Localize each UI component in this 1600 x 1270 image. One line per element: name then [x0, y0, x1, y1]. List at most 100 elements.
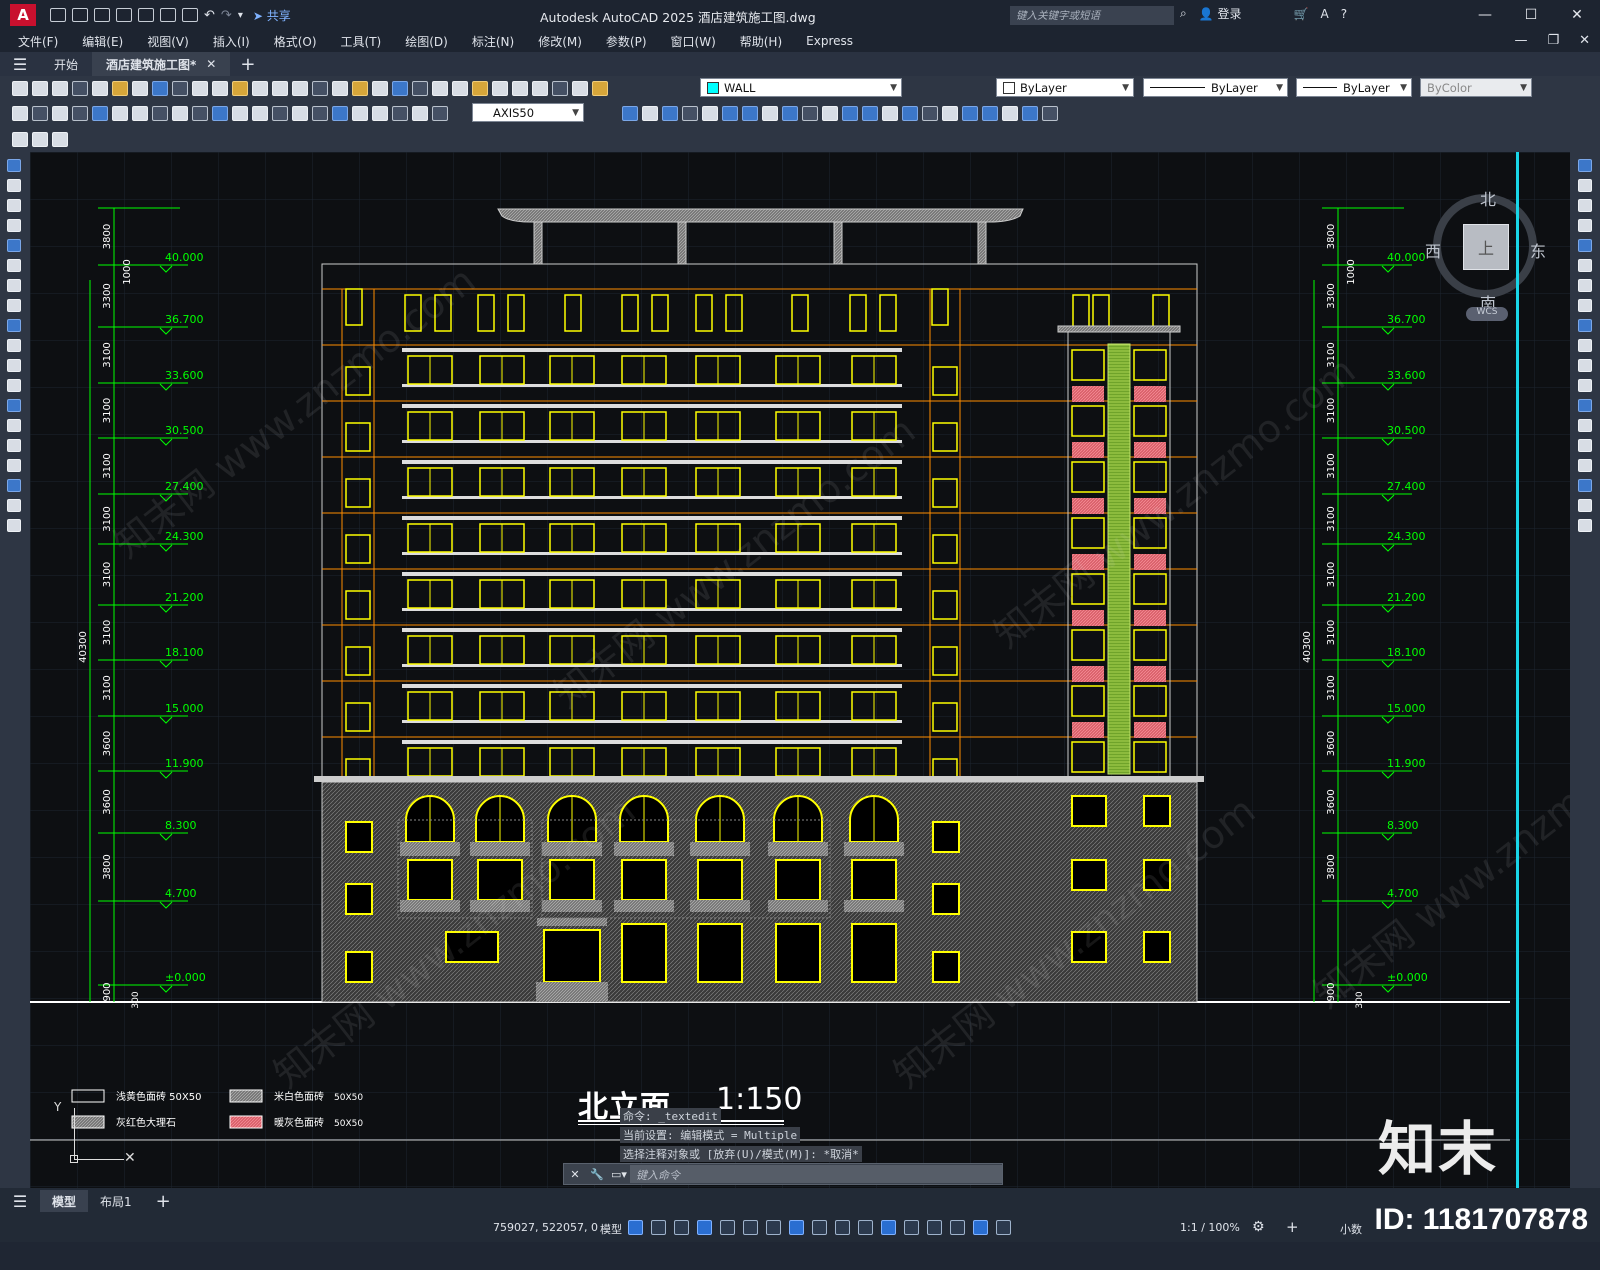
draw-tool-icon[interactable]	[7, 179, 21, 192]
tracking-icon[interactable]	[743, 1220, 758, 1235]
cart-icon[interactable]: 🛒	[1294, 7, 1309, 21]
menu-window[interactable]: 窗口(W)	[671, 33, 716, 50]
login-button[interactable]: 👤 登录	[1199, 5, 1242, 22]
tab-layout1[interactable]: 布局1	[88, 1190, 144, 1212]
3d-osnap-icon[interactable]	[881, 1220, 896, 1235]
tab-model[interactable]: 模型	[40, 1190, 89, 1212]
modify-tool-icon[interactable]	[1578, 319, 1592, 332]
auto-scale-icon[interactable]	[996, 1220, 1011, 1235]
selection-cycling-icon[interactable]	[858, 1220, 873, 1235]
tool-icon[interactable]	[592, 80, 608, 96]
coordinates-readout[interactable]: 759027, 522057, 0	[493, 1221, 598, 1234]
modify-tool-icon[interactable]	[1578, 339, 1592, 352]
viewcube[interactable]: 上 北 南 西 东 WCS	[1425, 172, 1546, 322]
object-tool-icon[interactable]	[822, 105, 838, 121]
tool-icon[interactable]	[472, 80, 488, 96]
tool-icon[interactable]	[92, 80, 108, 96]
menu-edit[interactable]: 编辑(E)	[82, 33, 123, 50]
object-tool-icon[interactable]	[842, 105, 858, 121]
open-file-icon[interactable]	[72, 8, 88, 22]
object-tool-icon[interactable]	[862, 105, 878, 121]
tool-icon[interactable]	[192, 80, 208, 96]
tool-icon[interactable]	[252, 80, 268, 96]
modify-tool-icon[interactable]	[1578, 419, 1592, 432]
menu-insert[interactable]: 插入(I)	[213, 33, 250, 50]
object-tool-icon[interactable]	[742, 105, 758, 121]
doc-restore-icon[interactable]: ❐	[1547, 33, 1559, 48]
units-readout[interactable]: 小数	[1340, 1221, 1362, 1237]
draw-tool-icon[interactable]	[7, 479, 21, 492]
annotation-visibility-icon[interactable]	[973, 1220, 988, 1235]
tool-icon[interactable]	[32, 80, 48, 96]
modify-tool-icon[interactable]	[1578, 199, 1592, 212]
object-snap-toggle-icon[interactable]	[789, 1220, 804, 1235]
wcs-menu[interactable]: WCS	[1466, 307, 1508, 321]
object-tool-icon[interactable]	[722, 105, 738, 121]
object-tool-icon[interactable]	[1022, 105, 1038, 121]
undo-icon[interactable]: ↶	[204, 8, 215, 23]
modify-tool-icon[interactable]	[1578, 499, 1592, 512]
menu-parametric[interactable]: 参数(P)	[606, 33, 647, 50]
dimension-tool-icon[interactable]	[392, 105, 408, 121]
plus-icon[interactable]: +	[1286, 1218, 1299, 1236]
dynamic-ucs-icon[interactable]	[904, 1220, 919, 1235]
gizmo-icon[interactable]	[950, 1220, 965, 1235]
redo-icon[interactable]: ↷	[221, 8, 232, 23]
draw-tool-icon[interactable]	[7, 439, 21, 452]
model-space-button[interactable]: 模型	[600, 1221, 622, 1237]
tool-icon[interactable]	[292, 80, 308, 96]
dimension-tool-icon[interactable]	[72, 105, 88, 121]
lineweight-toggle-icon[interactable]	[812, 1220, 827, 1235]
osnap-icon[interactable]	[766, 1220, 781, 1235]
dimension-tool-icon[interactable]	[212, 105, 228, 121]
minimize-icon[interactable]: —	[1462, 0, 1508, 30]
draw-tool-icon[interactable]	[7, 459, 21, 472]
drawing-canvas[interactable]: 40.000 36.700 33.600 30.500 27.400 24.300 21.2…	[30, 152, 1570, 1188]
menu-file[interactable]: 文件(F)	[18, 33, 58, 50]
viewcube-west[interactable]: 西	[1425, 238, 1441, 262]
viewcube-east[interactable]: 东	[1530, 238, 1546, 262]
new-file-icon[interactable]	[50, 8, 66, 22]
object-tool-icon[interactable]	[982, 105, 998, 121]
tool-icon[interactable]	[152, 80, 168, 96]
tab-close-icon[interactable]: ✕	[206, 57, 216, 71]
transparency-icon[interactable]	[835, 1220, 850, 1235]
customize-qat-icon[interactable]: ▾	[238, 10, 243, 21]
menu-tools[interactable]: 工具(T)	[341, 33, 382, 50]
draw-tool-icon[interactable]	[7, 359, 21, 372]
modify-tool-icon[interactable]	[1578, 479, 1592, 492]
draw-tool-icon[interactable]	[7, 219, 21, 232]
dimension-tool-icon[interactable]	[172, 105, 188, 121]
tool-icon[interactable]	[112, 80, 128, 96]
new-tab-icon[interactable]: +	[240, 54, 255, 75]
tab-drawing[interactable]: 酒店建筑施工图* ✕	[92, 52, 231, 76]
object-tool-icon[interactable]	[622, 105, 638, 121]
snap-toggle-icon[interactable]	[651, 1220, 666, 1235]
object-tool-icon[interactable]	[702, 105, 718, 121]
dimension-tool-icon[interactable]	[272, 105, 288, 121]
workspace-gear-icon[interactable]: ⚙	[1252, 1219, 1265, 1235]
tool-icon[interactable]	[372, 80, 388, 96]
save-as-icon[interactable]	[116, 8, 132, 22]
dimension-tool-icon[interactable]	[432, 105, 448, 121]
tool-icon[interactable]	[492, 80, 508, 96]
dimension-tool-icon[interactable]	[112, 105, 128, 121]
modify-tool-icon[interactable]	[1578, 519, 1592, 532]
tool-icon[interactable]	[352, 80, 368, 96]
draw-tool-icon[interactable]	[7, 159, 21, 172]
share-button[interactable]: ➤ 共享	[253, 7, 291, 24]
draw-tool-icon[interactable]	[7, 279, 21, 292]
doc-minimize-icon[interactable]: —	[1514, 33, 1527, 48]
viewcube-north[interactable]: 北	[1480, 186, 1496, 210]
tool-icon[interactable]	[132, 80, 148, 96]
app-logo[interactable]: A	[10, 4, 36, 26]
search-input[interactable]: 键入关键字或短语	[1010, 6, 1174, 25]
draw-tool-icon[interactable]	[7, 379, 21, 392]
linetype-dropdown[interactable]: ByLayer ▼	[1143, 78, 1288, 97]
object-tool-icon[interactable]	[762, 105, 778, 121]
tool-icon[interactable]	[412, 80, 428, 96]
dimension-tool-icon[interactable]	[352, 105, 368, 121]
object-tool-icon[interactable]	[1042, 105, 1058, 121]
selection-filter-icon[interactable]	[927, 1220, 942, 1235]
modify-tool-icon[interactable]	[1578, 379, 1592, 392]
